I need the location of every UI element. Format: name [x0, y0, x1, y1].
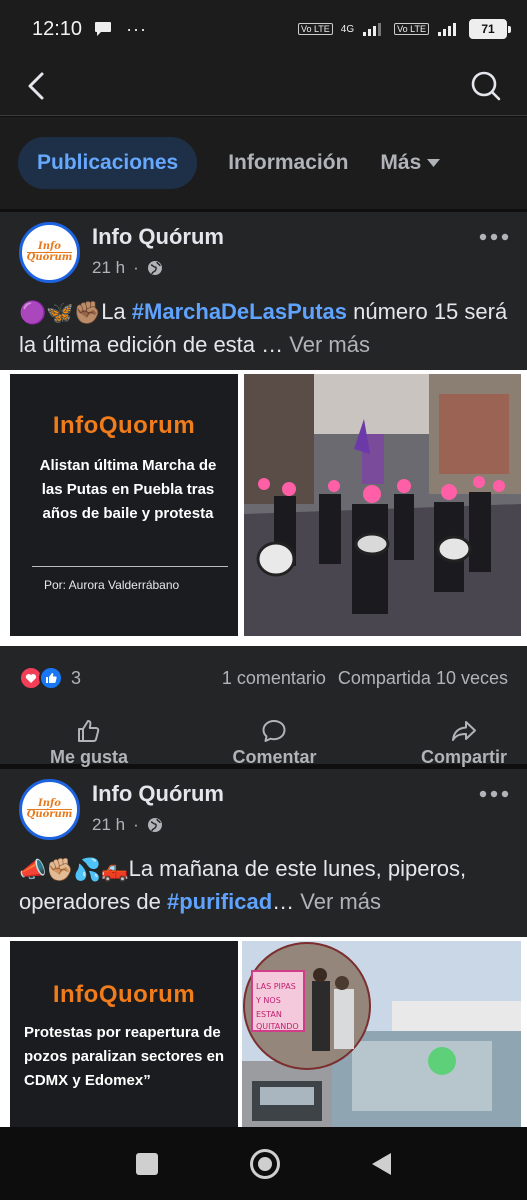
- post-meta: 21 h ·: [92, 815, 163, 835]
- post-text: 📣✊🏼💦🛻La mañana de este lunes, piperos, o…: [0, 841, 527, 937]
- message-icon: [95, 22, 112, 36]
- march-photo[interactable]: [244, 374, 521, 636]
- post-header: Info Quórum Info Quórum 21 h ·: [0, 212, 527, 284]
- news-card: InfoQuorum Alistan última Marcha de las …: [10, 374, 238, 636]
- home-dot: [258, 1156, 272, 1171]
- see-more-link[interactable]: Ver más: [289, 332, 370, 357]
- card-brand-info: Info: [52, 412, 99, 439]
- post-meta: 21 h ·: [92, 258, 163, 278]
- share-icon: [451, 720, 476, 741]
- reaction-count: 3: [71, 667, 82, 688]
- comment-count[interactable]: 1 comentario: [222, 668, 326, 689]
- post-text-before: La: [101, 299, 132, 324]
- tab-mas[interactable]: Más: [380, 151, 441, 175]
- globe-icon: [147, 818, 162, 832]
- profile-tabs: Publicaciones Información Más: [0, 117, 527, 209]
- tab-publicaciones[interactable]: Publicaciones: [18, 137, 198, 189]
- svg-text:LAS PIPAS: LAS PIPAS: [256, 982, 296, 991]
- more-options-icon[interactable]: [479, 789, 509, 799]
- svg-text:QUITANDO: QUITANDO: [256, 1022, 299, 1031]
- volte-icon: Vo LTE: [297, 23, 333, 35]
- post-card: Info Quórum Info Quórum 21 h · 📣✊🏼💦🛻La m…: [0, 769, 527, 1127]
- post-actions: Me gusta Comentar Compartir: [0, 710, 527, 776]
- card-author: Por: Aurora Valderrábano: [44, 578, 180, 592]
- reaction-icons[interactable]: 3: [19, 666, 81, 690]
- card-headline: Alistan última Marcha de las Putas en Pu…: [39, 457, 217, 522]
- signal-icon: [363, 23, 382, 36]
- more-options-icon[interactable]: [479, 232, 509, 242]
- network-type: 4G: [340, 23, 355, 35]
- card-brand-info: Info: [52, 981, 99, 1008]
- page-name[interactable]: Info Quórum: [92, 224, 224, 250]
- comment-button[interactable]: Comentar: [232, 710, 317, 776]
- signal-icon-2: [438, 23, 456, 36]
- post-text: 🟣🦋✊🏽La #MarchaDeLasPutas número 15 será …: [0, 284, 527, 370]
- avatar-text-1: Info: [38, 241, 61, 252]
- comment-icon: [262, 719, 286, 742]
- avatar-text-2: Quórum: [26, 252, 73, 263]
- system-navigation-bar: [0, 1127, 527, 1200]
- share-count[interactable]: Compartida 10 veces: [338, 668, 508, 689]
- avatar[interactable]: Info Quórum: [19, 779, 80, 840]
- post-card: Info Quórum Info Quórum 21 h · 🟣🦋✊🏽La #M…: [0, 212, 527, 767]
- share-button[interactable]: Compartir: [421, 710, 507, 776]
- page-name[interactable]: Info Quórum: [92, 781, 224, 807]
- thumbs-up-icon: [78, 719, 100, 742]
- post-header: Info Quórum Info Quórum 21 h ·: [0, 769, 527, 841]
- card-headline: Protestas por reapertura de pozos parali…: [24, 1024, 225, 1089]
- status-bar: 12:10 ··· Vo LTE 4G Vo LTE 71: [0, 0, 527, 58]
- clock: 12:10: [32, 17, 83, 40]
- avatar[interactable]: Info Quórum: [19, 222, 80, 283]
- dot-separator: ·: [133, 258, 139, 277]
- globe-icon: [147, 261, 162, 275]
- card-brand: InfoQuorum: [10, 981, 238, 1009]
- post-images[interactable]: InfoQuorum Protestas por reapertura de p…: [0, 937, 527, 1127]
- like-button[interactable]: Me gusta: [50, 710, 128, 776]
- top-navigation: [0, 58, 527, 116]
- caret-down-icon: [427, 158, 441, 167]
- reaction-stats: 3 1 comentario Compartida 10 veces: [0, 646, 527, 710]
- like-label: Me gusta: [50, 746, 129, 767]
- home-button[interactable]: [250, 1148, 280, 1179]
- back-arrow-icon[interactable]: [22, 68, 52, 104]
- card-brand-quorum: Quorum: [98, 412, 196, 439]
- volte-icon-2: Vo LTE: [394, 23, 429, 35]
- tab-mas-label: Más: [380, 151, 422, 174]
- post-time: 21 h: [92, 815, 126, 834]
- more-notifications-icon: ···: [126, 18, 148, 39]
- comment-label: Comentar: [232, 746, 317, 767]
- post-text-after: …: [272, 889, 295, 915]
- search-icon[interactable]: [469, 68, 503, 104]
- svg-text:Y NOS: Y NOS: [255, 996, 281, 1005]
- emoji-sequence: 📣✊🏼💦🛻: [19, 857, 129, 883]
- recent-apps-button[interactable]: [136, 1152, 158, 1175]
- avatar-text-2: Quórum: [26, 809, 73, 820]
- system-back-button[interactable]: [372, 1152, 391, 1175]
- post-images[interactable]: InfoQuorum Alistan última Marcha de las …: [0, 370, 527, 646]
- tab-informacion[interactable]: Información: [228, 151, 348, 175]
- avatar-text-1: Info: [38, 798, 61, 809]
- dot-separator: ·: [133, 815, 139, 834]
- post-time: 21 h: [92, 258, 126, 277]
- hashtag-link[interactable]: #MarchaDeLasPutas: [132, 299, 347, 324]
- emoji-sequence: 🟣🦋✊🏽: [19, 300, 102, 326]
- battery-icon: 71: [469, 19, 511, 39]
- see-more-link[interactable]: Ver más: [300, 889, 381, 914]
- card-divider: [32, 566, 228, 567]
- news-card: InfoQuorum Protestas por reapertura de p…: [10, 941, 238, 1127]
- card-brand: InfoQuorum: [10, 412, 238, 440]
- hashtag-link[interactable]: #purificad: [167, 889, 272, 914]
- like-reaction-icon: [39, 666, 63, 690]
- protest-photo[interactable]: LAS PIPAS Y NOS ESTAN QUITANDO: [242, 941, 521, 1127]
- card-brand-quorum: Quorum: [98, 981, 196, 1008]
- share-label: Compartir: [420, 746, 507, 767]
- svg-text:ESTAN: ESTAN: [256, 1010, 282, 1019]
